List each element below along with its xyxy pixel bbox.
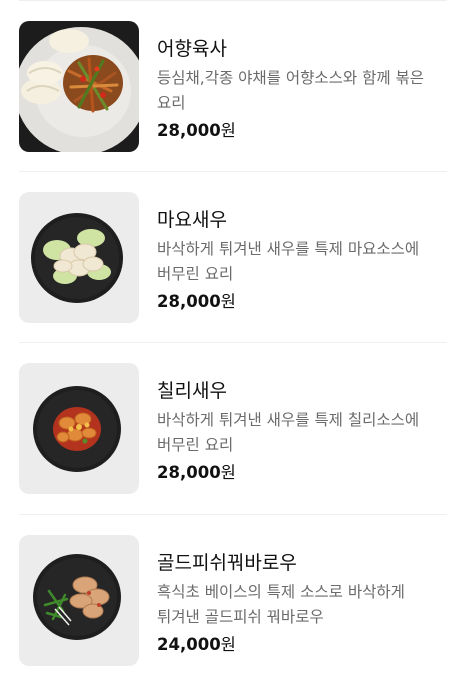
menu-item-photo xyxy=(19,21,139,152)
menu-item-description: 바삭하게 튀겨낸 새우를 특제 칠리소스에 버무린 요리 xyxy=(157,411,420,454)
menu-item-photo xyxy=(19,192,139,323)
menu-item-name: 골드피쉬꿔바로우 xyxy=(157,552,297,574)
menu-item-description: 바삭하게 튀겨낸 새우를 특제 마요소스에 버무린 요리 xyxy=(157,240,420,283)
divider xyxy=(19,0,447,1)
menu-item-mayo-saeu[interactable]: 마요새우 바삭하게 튀겨낸 새우를 특제 마요소스에 버무린 요리 28,000… xyxy=(19,192,447,323)
menu-item-chili-saeu[interactable]: 칠리새우 바삭하게 튀겨낸 새우를 특제 칠리소스에 버무린 요리 28,000… xyxy=(19,363,447,494)
chili-shrimp-photo xyxy=(19,363,139,494)
divider xyxy=(19,514,447,515)
price-currency: 원 xyxy=(220,463,236,482)
mayo-shrimp-photo xyxy=(19,192,139,323)
menu-item-price: 28,000원 xyxy=(157,120,447,142)
price-value: 28,000 xyxy=(157,463,221,482)
menu-item-name: 어향육사 xyxy=(157,38,227,60)
menu-item-info: 칠리새우 바삭하게 튀겨낸 새우를 특제 칠리소스에 버무린 요리 28,000… xyxy=(157,363,447,484)
menu-item-description: 등심채,각종 야채를 어향소스와 함께 볶은 요리 xyxy=(157,69,425,112)
menu-item-photo xyxy=(19,363,139,494)
menu-item-photo xyxy=(19,535,139,666)
menu-item-info: 마요새우 바삭하게 튀겨낸 새우를 특제 마요소스에 버무린 요리 28,000… xyxy=(157,192,447,313)
menu-list: 어향육사 등심채,각종 야채를 어향소스와 함께 볶은 요리 28,000원 마… xyxy=(0,0,466,681)
menu-item-info: 어향육사 등심채,각종 야채를 어향소스와 함께 볶은 요리 28,000원 xyxy=(157,21,447,142)
price-currency: 원 xyxy=(220,121,236,140)
menu-item-goldfish-guobaorou[interactable]: 골드피쉬꿔바로우 흑식초 베이스의 특제 소스로 바삭하게 튀겨낸 골드피쉬 꿔… xyxy=(19,535,447,666)
menu-item-eohyang-yuksa[interactable]: 어향육사 등심채,각종 야채를 어향소스와 함께 볶은 요리 28,000원 xyxy=(19,21,447,152)
divider xyxy=(19,342,447,343)
price-value: 24,000 xyxy=(157,635,221,654)
menu-item-description: 흑식초 베이스의 특제 소스로 바삭하게 튀겨낸 골드피쉬 꿔바로우 xyxy=(157,583,405,626)
menu-item-price: 28,000원 xyxy=(157,462,447,484)
price-value: 28,000 xyxy=(157,292,221,311)
price-value: 28,000 xyxy=(157,121,221,140)
menu-item-name: 마요새우 xyxy=(157,209,227,231)
goldfish-guobaorou-photo xyxy=(19,535,139,666)
shredded-pork-with-buns-photo xyxy=(19,21,139,152)
price-currency: 원 xyxy=(220,635,236,654)
menu-item-name: 칠리새우 xyxy=(157,380,227,402)
menu-item-info: 골드피쉬꿔바로우 흑식초 베이스의 특제 소스로 바삭하게 튀겨낸 골드피쉬 꿔… xyxy=(157,535,447,656)
price-currency: 원 xyxy=(220,292,236,311)
menu-item-price: 24,000원 xyxy=(157,634,447,656)
divider xyxy=(19,171,447,172)
menu-item-price: 28,000원 xyxy=(157,291,447,313)
